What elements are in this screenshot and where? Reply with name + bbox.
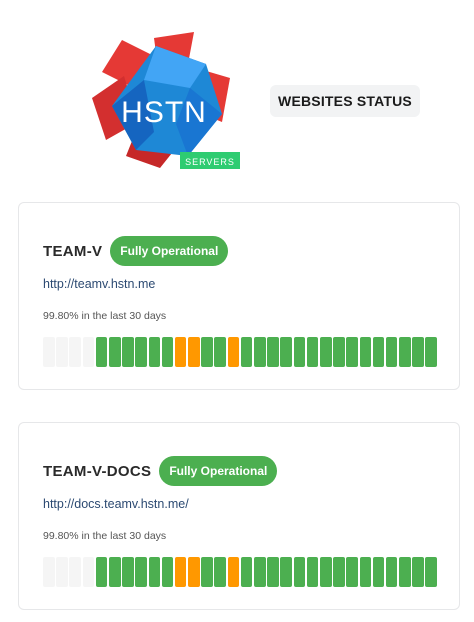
uptime-bar-day-2[interactable] — [56, 337, 68, 367]
uptime-bar-day-5[interactable] — [95, 337, 108, 367]
uptime-bar-day-6[interactable] — [108, 337, 121, 367]
uptime-bar-day-11[interactable] — [174, 557, 187, 587]
uptime-bar-day-8[interactable] — [135, 557, 147, 587]
site-name: TEAM-V-DOCS — [43, 462, 152, 480]
site-card-header: TEAM-V Fully Operational — [43, 235, 229, 267]
websites-status-label: WEBSITES STATUS — [270, 85, 420, 117]
status-page: HSTN SERVERS WEBSITES STATUS TEAM-V Full… — [0, 0, 474, 622]
uptime-bar-day-24[interactable] — [346, 337, 358, 367]
status-badge: Fully Operational — [110, 236, 229, 266]
uptime-bar-day-3[interactable] — [69, 557, 81, 587]
uptime-bar-day-7[interactable] — [122, 337, 134, 367]
uptime-bars — [43, 337, 438, 367]
uptime-bar-day-22[interactable] — [319, 557, 332, 587]
page-header: HSTN SERVERS WEBSITES STATUS — [0, 0, 474, 190]
uptime-bars — [43, 557, 438, 587]
site-name: TEAM-V — [43, 242, 103, 260]
uptime-bar-day-4[interactable] — [82, 557, 95, 587]
uptime-bar-day-4[interactable] — [82, 337, 95, 367]
uptime-bar-day-15[interactable] — [227, 337, 240, 367]
uptime-bar-day-8[interactable] — [135, 337, 147, 367]
uptime-bar-day-6[interactable] — [108, 557, 121, 587]
uptime-bar-day-18[interactable] — [267, 557, 279, 587]
uptime-bar-day-29[interactable] — [412, 337, 424, 367]
uptime-bar-day-12[interactable] — [188, 557, 200, 587]
uptime-bar-day-25[interactable] — [359, 337, 372, 367]
logo-graphic: HSTN SERVERS — [92, 32, 240, 169]
uptime-bar-day-23[interactable] — [333, 557, 345, 587]
uptime-bar-day-28[interactable] — [399, 337, 411, 367]
uptime-bar-day-24[interactable] — [346, 557, 358, 587]
site-url-link[interactable]: http://docs.teamv.hstn.me/ — [43, 497, 189, 511]
uptime-bar-day-5[interactable] — [95, 557, 108, 587]
uptime-bar-day-23[interactable] — [333, 337, 345, 367]
uptime-bar-day-19[interactable] — [280, 557, 292, 587]
uptime-bar-day-27[interactable] — [385, 557, 398, 587]
uptime-bar-day-29[interactable] — [412, 557, 424, 587]
uptime-bar-day-26[interactable] — [372, 337, 385, 367]
uptime-bar-day-21[interactable] — [306, 557, 319, 587]
uptime-bar-day-1[interactable] — [43, 337, 55, 367]
uptime-text: 99.80% in the last 30 days — [43, 310, 167, 322]
uptime-bar-day-15[interactable] — [227, 557, 240, 587]
uptime-bar-day-30[interactable] — [425, 337, 438, 367]
uptime-bar-day-1[interactable] — [43, 557, 55, 587]
uptime-bar-day-17[interactable] — [254, 337, 266, 367]
uptime-bar-day-20[interactable] — [293, 337, 306, 367]
uptime-bar-day-9[interactable] — [148, 557, 161, 587]
logo-text: HSTN — [121, 96, 207, 129]
site-card-team-v: TEAM-V Fully Operational http://teamv.hs… — [18, 202, 460, 390]
site-card-header: TEAM-V-DOCS Fully Operational — [43, 455, 278, 487]
uptime-bar-day-20[interactable] — [293, 557, 306, 587]
uptime-bar-day-11[interactable] — [174, 337, 187, 367]
uptime-bar-day-14[interactable] — [214, 557, 227, 587]
uptime-bar-day-17[interactable] — [254, 557, 266, 587]
uptime-bar-day-12[interactable] — [188, 337, 200, 367]
uptime-bar-day-13[interactable] — [201, 557, 213, 587]
uptime-bar-day-26[interactable] — [372, 557, 385, 587]
uptime-bar-day-22[interactable] — [319, 337, 332, 367]
site-url-link[interactable]: http://teamv.hstn.me — [43, 277, 155, 291]
uptime-bar-day-25[interactable] — [359, 557, 372, 587]
uptime-bar-day-18[interactable] — [267, 337, 279, 367]
uptime-bar-day-7[interactable] — [122, 557, 134, 587]
uptime-bar-day-21[interactable] — [306, 337, 319, 367]
uptime-text: 99.80% in the last 30 days — [43, 530, 167, 542]
uptime-bar-day-2[interactable] — [56, 557, 68, 587]
uptime-bar-day-16[interactable] — [240, 337, 253, 367]
uptime-bar-day-28[interactable] — [399, 557, 411, 587]
uptime-bar-day-27[interactable] — [385, 337, 398, 367]
uptime-bar-day-16[interactable] — [240, 557, 253, 587]
uptime-bar-day-10[interactable] — [161, 557, 174, 587]
status-badge: Fully Operational — [159, 456, 278, 486]
uptime-bar-day-10[interactable] — [161, 337, 174, 367]
uptime-bar-day-14[interactable] — [214, 337, 227, 367]
site-card-team-v-docs: TEAM-V-DOCS Fully Operational http://doc… — [18, 422, 460, 610]
hstn-logo[interactable]: HSTN SERVERS — [84, 28, 244, 174]
uptime-bar-day-19[interactable] — [280, 337, 292, 367]
logo-tag: SERVERS — [185, 157, 235, 167]
uptime-bar-day-9[interactable] — [148, 337, 161, 367]
uptime-bar-day-3[interactable] — [69, 337, 81, 367]
uptime-bar-day-13[interactable] — [201, 337, 213, 367]
uptime-bar-day-30[interactable] — [425, 557, 438, 587]
